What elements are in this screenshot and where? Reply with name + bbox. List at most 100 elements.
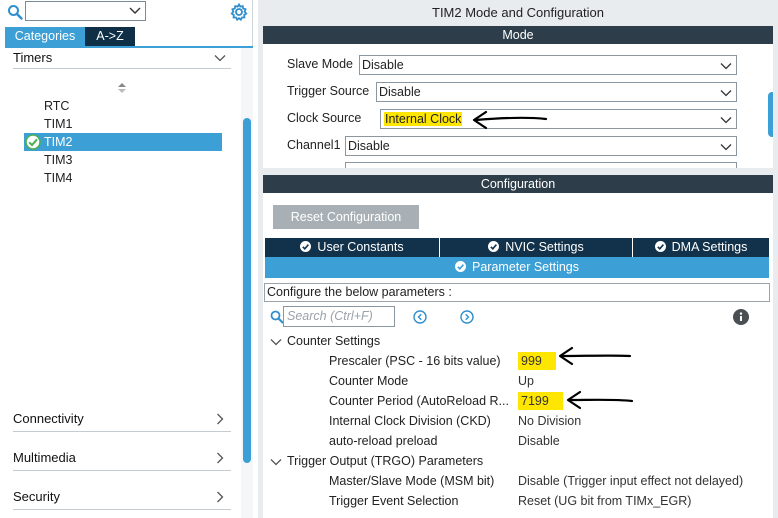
parameter-search-input[interactable]: Search (Ctrl+F) <box>283 306 395 327</box>
config-tabs: User Constants NVIC Settings DMA Setting… <box>265 238 769 257</box>
param-counter-mode-value[interactable]: Up <box>518 372 534 390</box>
channel1-value: Disable <box>348 139 390 153</box>
mode-row-slave-mode: Slave Mode Disable <box>263 55 773 75</box>
param-msm-name: Master/Slave Mode (MSM bit) <box>329 474 495 488</box>
clock-source-label: Clock Source <box>287 111 362 125</box>
tab-label: DMA Settings <box>671 240 748 254</box>
tab-parameter-settings[interactable]: Parameter Settings <box>265 257 769 278</box>
category-tabs: Categories A->Z <box>5 27 135 46</box>
param-prescaler-name: Prescaler (PSC - 16 bits value) <box>329 354 501 368</box>
category-separator <box>13 509 231 510</box>
param-trigger-event-value[interactable]: Reset (UG bit from TIMx_EGR) <box>518 492 691 510</box>
clock-source-value: Internal Clock <box>384 112 463 126</box>
group-trigger-output[interactable]: Trigger Output (TRGO) Parameters <box>287 452 483 470</box>
group-counter-settings[interactable]: Counter Settings <box>287 332 380 350</box>
left-search-combobox[interactable] <box>25 1 146 21</box>
chevron-right-icon <box>217 452 224 464</box>
peripheral-tim2[interactable]: TIM2 <box>44 133 72 151</box>
chevron-down-icon <box>720 144 732 151</box>
mode-panel: Slave Mode Disable Trigger Source Disabl… <box>263 44 773 168</box>
slave-mode-label: Slave Mode <box>287 57 354 71</box>
configuration-section-header[interactable]: Configuration <box>263 175 773 193</box>
category-label: Security <box>13 489 60 504</box>
tab-nvic-settings[interactable]: NVIC Settings <box>440 238 633 257</box>
sort-icon[interactable] <box>117 82 127 94</box>
peripheral-tim4[interactable]: TIM4 <box>44 169 72 187</box>
check-circle-icon <box>488 241 500 252</box>
peripheral-tim1[interactable]: TIM1 <box>44 115 72 133</box>
category-separator <box>13 470 231 471</box>
category-security[interactable]: Security <box>13 487 231 507</box>
category-label: Timers <box>13 50 53 65</box>
tab-dma-settings[interactable]: DMA Settings <box>633 238 769 257</box>
right-panel: TIM2 Mode and Configuration Mode Slave M… <box>258 0 778 518</box>
peripheral-rtc[interactable]: RTC <box>44 97 69 115</box>
category-timers[interactable]: Timers <box>13 48 231 68</box>
param-counter-period-name: Counter Period (AutoReload R... <box>329 394 509 408</box>
panel-splitter[interactable] <box>258 168 778 175</box>
chevron-down-icon[interactable] <box>270 456 282 468</box>
check-circle-icon <box>654 241 666 252</box>
param-ckd-value[interactable]: No Division <box>518 412 581 430</box>
trigger-source-value: Disable <box>379 85 421 99</box>
param-trigger-event-name: Trigger Event Selection <box>329 494 459 508</box>
category-separator <box>13 68 231 69</box>
mode-section-header[interactable]: Mode <box>263 26 773 44</box>
param-ckd-name: Internal Clock Division (CKD) <box>329 414 491 428</box>
info-icon[interactable] <box>733 309 749 325</box>
clock-source-select[interactable]: Internal Clock <box>380 109 737 129</box>
channel1-label: Channel1 <box>287 138 341 152</box>
category-label: Multimedia <box>13 450 76 465</box>
slave-mode-select[interactable]: Disable <box>359 55 737 75</box>
chevron-down-icon <box>129 7 141 14</box>
category-connectivity[interactable]: Connectivity <box>13 409 231 429</box>
chevron-down-icon <box>720 90 732 97</box>
chevron-down-icon <box>720 117 732 124</box>
left-scrollbar-thumb[interactable] <box>243 118 251 463</box>
param-auto-reload-name: auto-reload preload <box>329 434 438 448</box>
param-counter-period-value[interactable]: 7199 <box>518 392 563 410</box>
slave-mode-value: Disable <box>362 58 404 72</box>
search-icon <box>8 5 23 20</box>
mode-row-trigger-source: Trigger Source Disable <box>263 82 773 102</box>
search-icon <box>270 310 284 324</box>
category-label: Connectivity <box>13 411 84 426</box>
param-auto-reload-value[interactable]: Disable <box>518 432 560 450</box>
param-counter-mode-name: Counter Mode <box>329 374 409 388</box>
tab-label: User Constants <box>317 240 404 254</box>
tab-label: NVIC Settings <box>505 240 584 254</box>
chevron-down-icon <box>214 55 226 62</box>
check-circle-icon <box>25 134 41 150</box>
page-title: TIM2 Mode and Configuration <box>258 0 778 26</box>
reset-configuration-button[interactable]: Reset Configuration <box>273 205 419 229</box>
check-circle-icon <box>300 241 312 252</box>
param-prescaler-value[interactable]: 999 <box>518 352 556 370</box>
peripheral-tim3[interactable]: TIM3 <box>44 151 72 169</box>
mode-row-channel1: Channel1 Disable <box>263 136 773 156</box>
left-panel: Categories A->Z Timers RTC TIM1 TIM2 TIM… <box>0 0 253 518</box>
gear-icon[interactable] <box>229 2 249 22</box>
trigger-source-select[interactable]: Disable <box>376 82 737 102</box>
channel1-select[interactable]: Disable <box>345 136 737 156</box>
check-circle-icon <box>455 261 466 272</box>
chevron-down-icon[interactable] <box>270 336 282 348</box>
configuration-panel: Reset Configuration User Constants NVIC … <box>263 193 773 518</box>
left-search-row <box>0 0 253 26</box>
arrow-right-circle-icon[interactable] <box>460 310 474 324</box>
configure-hint: Configure the below parameters : <box>264 283 770 302</box>
chevron-right-icon <box>217 413 224 425</box>
category-separator <box>13 431 231 432</box>
tab-user-constants[interactable]: User Constants <box>265 238 440 257</box>
chevron-down-icon <box>720 63 732 70</box>
param-msm-value[interactable]: Disable (Trigger input effect not delaye… <box>518 472 743 490</box>
trigger-source-label: Trigger Source <box>287 84 370 98</box>
tab-label: Parameter Settings <box>472 260 579 274</box>
annotation-arrow <box>472 110 548 130</box>
chevron-right-icon <box>217 491 224 503</box>
mode-scrollbar-thumb[interactable] <box>768 92 773 137</box>
tab-categories[interactable]: Categories <box>5 27 85 46</box>
arrow-left-circle-icon[interactable] <box>413 310 427 324</box>
category-multimedia[interactable]: Multimedia <box>13 448 231 468</box>
annotation-arrow <box>566 390 634 410</box>
tab-a-to-z[interactable]: A->Z <box>85 27 135 46</box>
